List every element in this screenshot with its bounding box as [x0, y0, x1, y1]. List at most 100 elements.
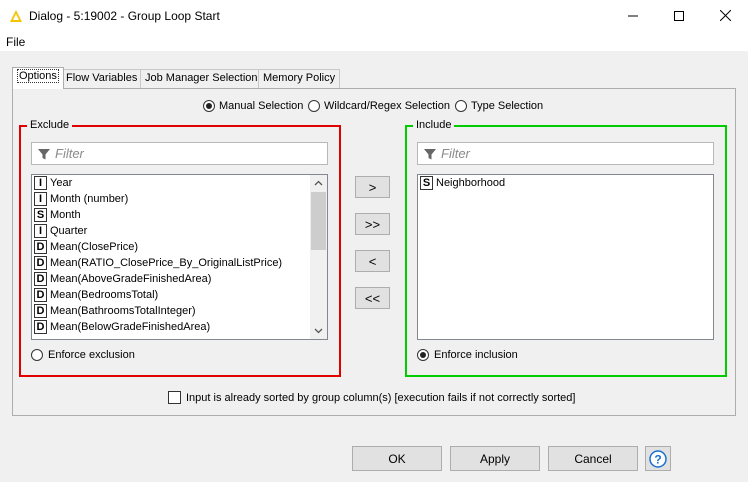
type-badge: D: [34, 240, 47, 254]
type-badge: S: [34, 208, 47, 222]
scroll-up-button[interactable]: [310, 175, 327, 191]
enforce-inclusion-label: Enforce inclusion: [434, 349, 518, 361]
close-button[interactable]: [702, 0, 748, 31]
include-filter-input[interactable]: Filter: [417, 142, 714, 165]
column-name: Year: [50, 177, 73, 189]
list-item[interactable]: S Neighborhood: [418, 175, 713, 191]
menu-file[interactable]: File: [6, 35, 25, 49]
include-filter-placeholder: Filter: [441, 146, 470, 161]
column-name: Mean(RATIO_ClosePrice_By_OriginalListPri…: [50, 257, 283, 269]
menu-bar: File: [0, 32, 748, 51]
tab-options[interactable]: Options: [12, 67, 64, 89]
sorted-input-label: Input is already sorted by group column(…: [186, 391, 576, 404]
chevron-up-icon: [314, 180, 323, 186]
tab-flow-variables-label: Flow Variables: [66, 72, 138, 84]
exclude-title: Exclude: [27, 119, 73, 132]
ok-button[interactable]: OK: [352, 446, 442, 471]
column-name: Mean(AboveGradeFinishedArea): [50, 273, 212, 285]
apply-button-label: Apply: [479, 451, 511, 466]
list-item[interactable]: S Month: [32, 207, 327, 223]
filter-icon: [424, 148, 436, 159]
filter-icon: [38, 148, 50, 159]
list-item[interactable]: D Mean(AboveGradeFinishedArea): [32, 271, 327, 287]
help-button[interactable]: ?: [645, 446, 671, 471]
include-title: Include: [413, 119, 455, 132]
window-title: Dialog - 5:19002 - Group Loop Start: [29, 9, 220, 23]
exclude-filter-input[interactable]: Filter: [31, 142, 328, 165]
chevron-down-icon: [314, 328, 323, 334]
column-name: Mean(BelowGradeFinishedArea): [50, 321, 211, 333]
list-item[interactable]: D Mean(BelowGradeFinishedArea): [32, 319, 327, 335]
scroll-thumb[interactable]: [311, 192, 326, 250]
enforce-exclusion-label: Enforce exclusion: [48, 349, 135, 361]
maximize-button[interactable]: [656, 0, 702, 31]
wildcard-selection-radio[interactable]: [308, 100, 320, 112]
svg-text:?: ?: [654, 452, 661, 466]
knime-app-icon: [10, 10, 22, 22]
list-item[interactable]: I Quarter: [32, 223, 327, 239]
tab-memory-policy-label: Memory Policy: [263, 72, 336, 84]
enforce-exclusion-radio[interactable]: [31, 349, 43, 361]
manual-selection-label: Manual Selection: [219, 100, 304, 112]
wildcard-selection-option[interactable]: Wildcard/Regex Selection: [308, 99, 450, 113]
enforce-inclusion-radio[interactable]: [417, 349, 429, 361]
enforce-exclusion-option[interactable]: Enforce exclusion: [31, 349, 135, 361]
tab-flow-variables[interactable]: Flow Variables: [61, 69, 143, 88]
include-list[interactable]: S Neighborhood: [417, 174, 714, 340]
exclude-scrollbar[interactable]: [310, 175, 327, 339]
cancel-button[interactable]: Cancel: [548, 446, 638, 471]
column-name: Mean(ClosePrice): [50, 241, 139, 253]
type-badge: D: [34, 320, 47, 334]
column-name: Month (number): [50, 193, 129, 205]
column-name: Quarter: [50, 225, 88, 237]
wildcard-selection-label: Wildcard/Regex Selection: [324, 100, 450, 112]
type-badge: I: [34, 224, 47, 238]
tab-job-manager-label: Job Manager Selection: [145, 72, 258, 84]
list-item[interactable]: D Mean(BathroomsTotalInteger): [32, 303, 327, 319]
type-selection-radio[interactable]: [455, 100, 467, 112]
list-item[interactable]: D Mean(ClosePrice): [32, 239, 327, 255]
type-badge: D: [34, 256, 47, 270]
close-icon: [719, 10, 731, 21]
list-item[interactable]: I Month (number): [32, 191, 327, 207]
type-badge: I: [34, 192, 47, 206]
tab-job-manager-selection[interactable]: Job Manager Selection: [140, 69, 263, 88]
add-all-button-label: >>: [364, 216, 381, 232]
type-badge: D: [34, 304, 47, 318]
type-badge: D: [34, 272, 47, 286]
type-selection-option[interactable]: Type Selection: [455, 99, 543, 113]
column-name: Mean(BathroomsTotalInteger): [50, 305, 196, 317]
column-name: Month: [50, 209, 81, 221]
add-button-label: >: [368, 179, 377, 195]
list-item[interactable]: I Year: [32, 175, 327, 191]
scroll-down-button[interactable]: [310, 323, 327, 339]
exclude-filter-placeholder: Filter: [55, 146, 84, 161]
sorted-input-option[interactable]: Input is already sorted by group column(…: [168, 391, 575, 404]
list-item[interactable]: D Mean(RATIO_ClosePrice_By_OriginalListPr…: [32, 255, 327, 271]
minimize-button[interactable]: [610, 0, 656, 31]
tab-options-label: Options: [17, 69, 59, 83]
remove-button-label: <: [368, 253, 377, 269]
add-all-button[interactable]: >>: [355, 213, 390, 235]
maximize-icon: [674, 10, 684, 21]
exclude-list[interactable]: I Year I Month (number) S Month I Quarter DM…: [31, 174, 328, 340]
manual-selection-option[interactable]: Manual Selection: [203, 99, 303, 113]
type-selection-label: Type Selection: [471, 100, 544, 112]
add-button[interactable]: >: [355, 176, 390, 198]
apply-button[interactable]: Apply: [450, 446, 540, 471]
type-badge: I: [34, 176, 47, 190]
title-bar: Dialog - 5:19002 - Group Loop Start: [0, 0, 748, 32]
cancel-button-label: Cancel: [574, 451, 612, 466]
column-name: Mean(BedroomsTotal): [50, 289, 159, 301]
remove-button[interactable]: <: [355, 250, 390, 272]
sorted-input-checkbox[interactable]: [168, 391, 181, 404]
remove-all-button[interactable]: <<: [355, 287, 390, 309]
type-badge: S: [420, 176, 433, 190]
remove-all-button-label: <<: [364, 290, 381, 306]
type-badge: D: [34, 288, 47, 302]
enforce-inclusion-option[interactable]: Enforce inclusion: [417, 349, 518, 361]
list-item[interactable]: D Mean(BedroomsTotal): [32, 287, 327, 303]
column-name: Neighborhood: [436, 177, 506, 189]
tab-memory-policy[interactable]: Memory Policy: [258, 69, 341, 88]
manual-selection-radio[interactable]: [203, 100, 215, 112]
